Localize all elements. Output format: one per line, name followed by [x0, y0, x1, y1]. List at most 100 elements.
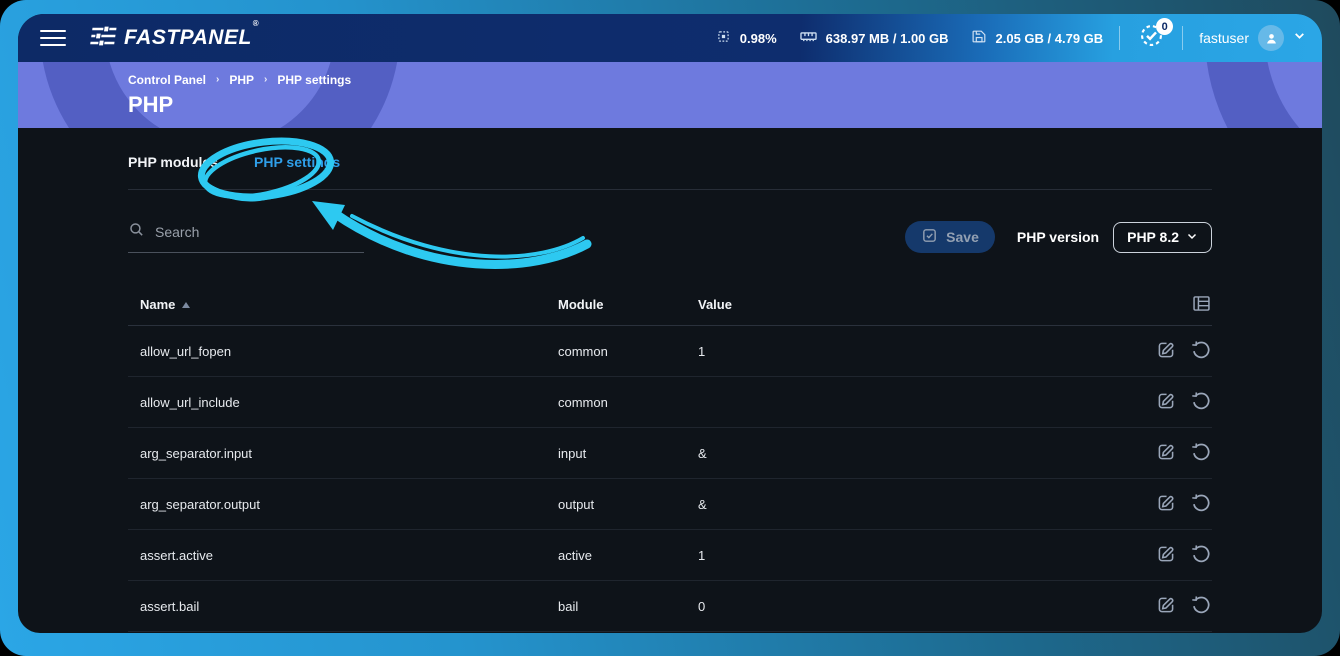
- brand-name: FASTPANEL®: [124, 26, 258, 50]
- edit-button[interactable]: [1155, 594, 1177, 619]
- cpu-icon: [715, 28, 732, 48]
- menu-icon[interactable]: [40, 30, 66, 47]
- edit-icon: [1155, 441, 1177, 466]
- tab-php-modules[interactable]: PHP modules: [128, 154, 218, 170]
- setting-value: &: [698, 497, 1130, 512]
- edit-button[interactable]: [1155, 441, 1177, 466]
- save-label: Save: [946, 229, 979, 245]
- edit-icon: [1155, 390, 1177, 415]
- setting-module: input: [558, 446, 698, 461]
- registered-mark: ®: [253, 19, 259, 28]
- user-menu[interactable]: fastuser: [1199, 25, 1306, 51]
- column-header-name[interactable]: Name: [128, 297, 558, 312]
- page-banner: Control Panel › PHP › PHP settings PHP: [18, 62, 1322, 128]
- setting-name: arg_separator.output: [128, 497, 558, 512]
- reset-icon: [1190, 339, 1212, 364]
- edit-icon: [1155, 339, 1177, 364]
- breadcrumb-separator: ›: [216, 74, 219, 85]
- reset-button[interactable]: [1190, 543, 1212, 568]
- sort-ascending-icon: [182, 302, 190, 308]
- breadcrumb: Control Panel › PHP › PHP settings: [128, 73, 1322, 87]
- tasks-button[interactable]: 0: [1136, 23, 1166, 53]
- column-header-value[interactable]: Value: [698, 297, 1130, 312]
- table-row: assert.active active 1: [128, 530, 1212, 581]
- tab-divider: [128, 189, 1212, 190]
- setting-value: 1: [698, 548, 1130, 563]
- top-bar: FASTPANEL® 0.98%: [18, 14, 1322, 62]
- edit-button[interactable]: [1155, 339, 1177, 364]
- reset-button[interactable]: [1190, 441, 1212, 466]
- setting-name: allow_url_include: [128, 395, 558, 410]
- tasks-count-badge: 0: [1156, 18, 1173, 35]
- search-icon: [128, 221, 145, 243]
- reset-icon: [1190, 441, 1212, 466]
- settings-table: Name Module Value: [128, 284, 1212, 632]
- edit-button[interactable]: [1155, 390, 1177, 415]
- table-row: arg_separator.output output &: [128, 479, 1212, 530]
- disk-icon: [971, 28, 988, 48]
- ram-icon: [799, 27, 818, 49]
- php-version-value: PHP 8.2: [1127, 229, 1179, 245]
- search-box: [128, 221, 364, 253]
- memory-stat: 638.97 MB / 1.00 GB: [799, 27, 949, 49]
- column-header-module[interactable]: Module: [558, 297, 698, 312]
- breadcrumb-separator: ›: [264, 74, 267, 85]
- chevron-down-icon: [1293, 29, 1306, 47]
- setting-module: bail: [558, 599, 698, 614]
- setting-value: &: [698, 446, 1130, 461]
- setting-module: output: [558, 497, 698, 512]
- reset-icon: [1190, 390, 1212, 415]
- main-content: PHP modules PHP settings: [18, 128, 1322, 633]
- divider: [1182, 26, 1183, 50]
- breadcrumb-item-php-settings[interactable]: PHP settings: [277, 73, 351, 87]
- cpu-value: 0.98%: [740, 31, 777, 46]
- cpu-stat: 0.98%: [715, 28, 777, 48]
- table-header: Name Module Value: [128, 284, 1212, 326]
- reset-button[interactable]: [1190, 339, 1212, 364]
- table-row: arg_separator.input input &: [128, 428, 1212, 479]
- column-settings-button[interactable]: [1191, 293, 1212, 317]
- setting-module: active: [558, 548, 698, 563]
- memory-value: 638.97 MB / 1.00 GB: [826, 31, 949, 46]
- setting-name: allow_url_fopen: [128, 344, 558, 359]
- table-row: allow_url_fopen common 1: [128, 326, 1212, 377]
- app-panel: FASTPANEL® 0.98%: [18, 14, 1322, 633]
- php-version-dropdown[interactable]: PHP 8.2: [1113, 222, 1212, 253]
- reset-button[interactable]: [1190, 594, 1212, 619]
- edit-button[interactable]: [1155, 543, 1177, 568]
- tab-php-settings[interactable]: PHP settings: [254, 154, 340, 170]
- reset-button[interactable]: [1190, 492, 1212, 517]
- avatar: [1258, 25, 1284, 51]
- reset-icon: [1190, 543, 1212, 568]
- reset-icon: [1190, 492, 1212, 517]
- search-input[interactable]: [155, 224, 364, 240]
- setting-module: common: [558, 395, 698, 410]
- setting-name: arg_separator.input: [128, 446, 558, 461]
- brand-logo[interactable]: FASTPANEL®: [90, 25, 258, 52]
- tab-bar: PHP modules PHP settings: [128, 154, 1212, 170]
- equalizer-icon: [88, 25, 118, 52]
- breadcrumb-item-control-panel[interactable]: Control Panel: [128, 73, 206, 87]
- username: fastuser: [1199, 30, 1249, 46]
- php-version-label: PHP version: [1017, 229, 1099, 245]
- window-frame: FASTPANEL® 0.98%: [0, 0, 1340, 656]
- check-square-icon: [921, 227, 938, 247]
- table-row: allow_url_include common: [128, 377, 1212, 428]
- edit-button[interactable]: [1155, 492, 1177, 517]
- page-title: PHP: [128, 92, 1322, 118]
- reset-button[interactable]: [1190, 390, 1212, 415]
- divider: [1119, 26, 1120, 50]
- setting-name: assert.bail: [128, 599, 558, 614]
- reset-icon: [1190, 594, 1212, 619]
- disk-stat: 2.05 GB / 4.79 GB: [971, 28, 1104, 48]
- edit-icon: [1155, 543, 1177, 568]
- breadcrumb-item-php[interactable]: PHP: [229, 73, 254, 87]
- table-columns-icon: [1191, 293, 1212, 317]
- table-row: assert.bail bail 0: [128, 581, 1212, 632]
- toolbar: Save PHP version PHP 8.2: [128, 221, 1212, 253]
- setting-name: assert.active: [128, 548, 558, 563]
- setting-value: 1: [698, 344, 1130, 359]
- save-button[interactable]: Save: [905, 221, 995, 253]
- setting-module: common: [558, 344, 698, 359]
- chevron-down-icon: [1186, 229, 1198, 245]
